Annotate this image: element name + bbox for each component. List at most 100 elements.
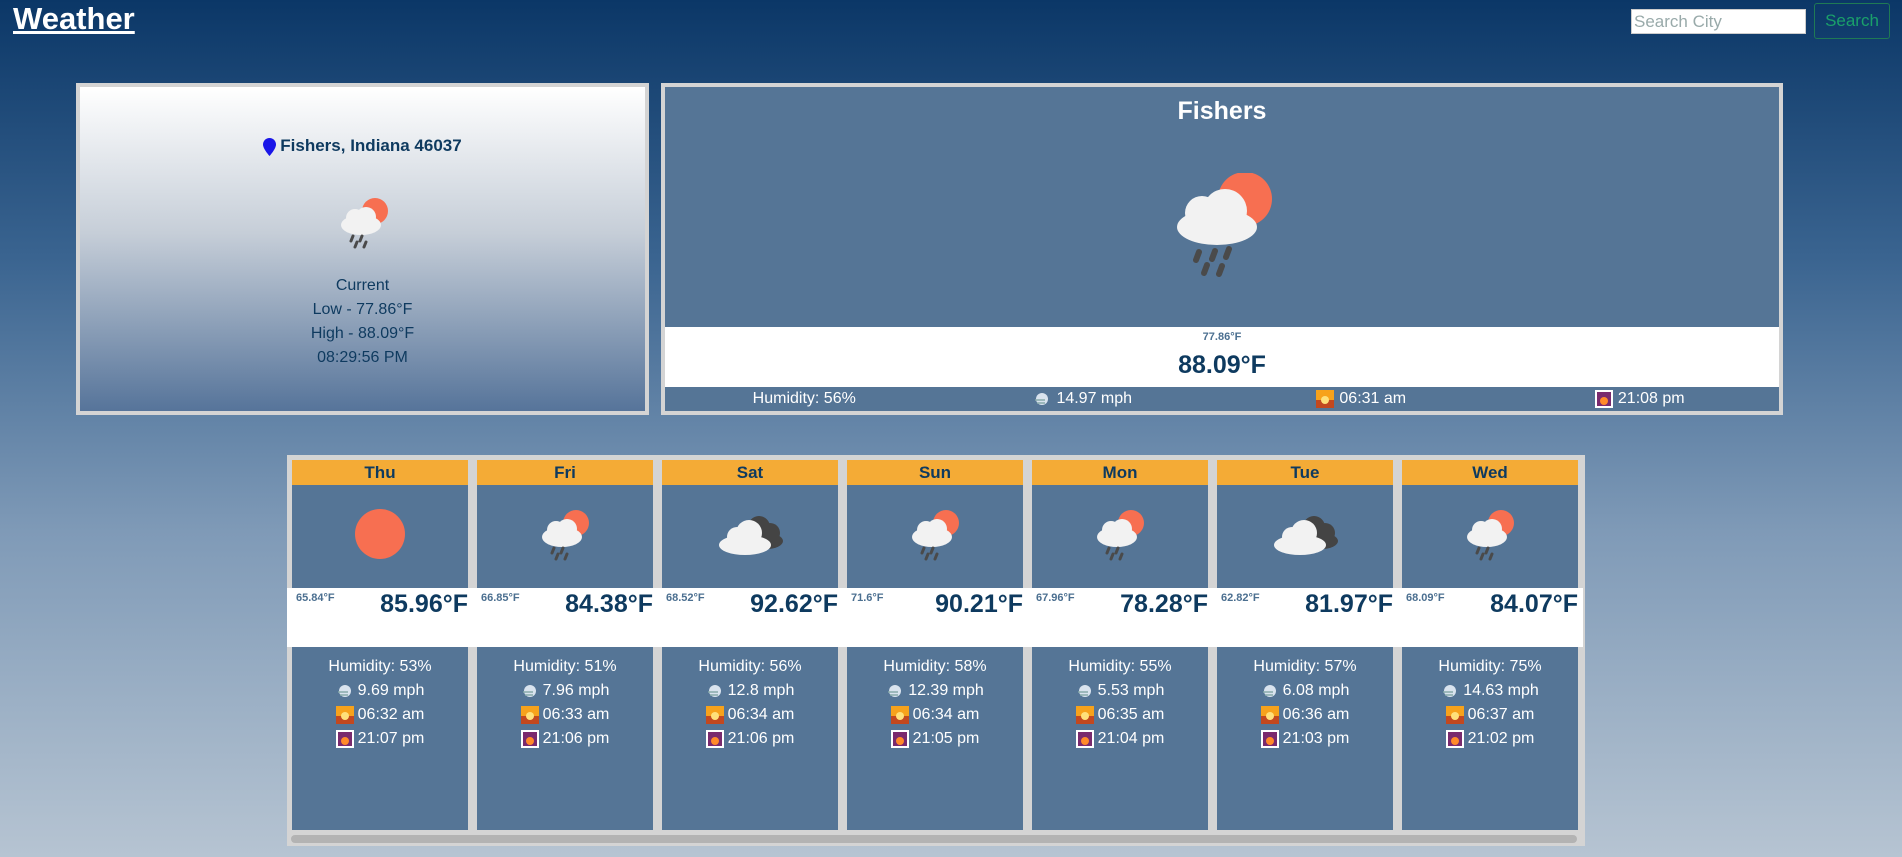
- sunrise-text: 06:31 am: [1339, 390, 1407, 407]
- day-name: Tue: [1217, 460, 1393, 485]
- day-high: 92.62°F: [750, 590, 838, 618]
- day-details: Humidity: 51% 7.96 mph 06:33 am 21:06 pm: [477, 655, 653, 751]
- sun-icon: [355, 509, 405, 564]
- today-header: Fishers: [665, 87, 1779, 327]
- day-wind: 6.08 mph: [1282, 682, 1350, 699]
- day-name: Wed: [1402, 460, 1578, 485]
- day-details: Humidity: 58% 12.39 mph 06:34 am 21:05 p…: [847, 655, 1023, 751]
- brand-link[interactable]: Weather: [13, 1, 135, 37]
- day-low: 68.09°F: [1406, 592, 1445, 604]
- day-sunrise: 06:35 am: [1097, 706, 1165, 723]
- sunrise-icon: [1445, 706, 1464, 724]
- day-humidity: Humidity: 75%: [1438, 658, 1542, 675]
- today-sunrise: 06:31 am: [1222, 390, 1501, 408]
- partly-cloudy-rain-icon: [537, 507, 593, 566]
- today-humidity: Humidity: 56%: [665, 390, 944, 408]
- day-details: Humidity: 55% 5.53 mph 06:35 am 21:04 pm: [1032, 655, 1208, 751]
- day-temps: 65.84°F 85.96°F: [287, 588, 473, 647]
- search-button[interactable]: Search: [1814, 3, 1890, 39]
- today-wind: 14.97 mph: [944, 390, 1223, 408]
- day-name: Thu: [292, 460, 468, 485]
- sunset-icon: [1445, 730, 1464, 748]
- day-humidity: Humidity: 51%: [513, 658, 617, 675]
- day-sunrise: 06:34 am: [912, 706, 980, 723]
- city-name: Fishers: [1177, 97, 1267, 125]
- today-low: 77.86°F: [1202, 331, 1242, 343]
- forecast-days: Thu 65.84°F 85.96°F Humidity: 53% 9.69 m…: [287, 460, 1583, 830]
- cloudy-icon: [715, 511, 785, 562]
- today-stats-bar: Humidity: 56% 14.97 mph 06:31 am 21:08 p…: [665, 387, 1779, 411]
- current-time: 08:29:56 PM: [317, 349, 408, 366]
- horizontal-scrollbar[interactable]: [291, 835, 1577, 843]
- day-name: Sat: [662, 460, 838, 485]
- wind-icon: [1035, 393, 1049, 405]
- today-high: 88.09°F: [1178, 351, 1266, 379]
- day-high: 84.38°F: [565, 590, 653, 618]
- day-temps: 68.52°F 92.62°F: [657, 588, 843, 647]
- day-details: Humidity: 53% 9.69 mph 06:32 am 21:07 pm: [292, 655, 468, 751]
- day-sunrise: 06:32 am: [357, 706, 425, 723]
- day-humidity: Humidity: 55%: [1068, 658, 1172, 675]
- day-high: 81.97°F: [1305, 590, 1393, 618]
- forecast-day-sun: Sun 71.6°F 90.21°F Humidity: 58% 12.39 m…: [842, 460, 1028, 830]
- day-high: 90.21°F: [935, 590, 1023, 618]
- forecast-day-tue: Tue 62.82°F 81.97°F Humidity: 57% 6.08 m…: [1212, 460, 1398, 830]
- today-sunset: 21:08 pm: [1501, 390, 1780, 408]
- day-temps: 66.85°F 84.38°F: [472, 588, 658, 647]
- current-high: High - 88.09°F: [310, 325, 415, 342]
- day-sunset: 21:03 pm: [1282, 730, 1350, 747]
- day-sunset: 21:07 pm: [357, 730, 425, 747]
- sunset-icon: [1260, 730, 1279, 748]
- partly-cloudy-rain-icon: [1177, 173, 1272, 277]
- sunrise-icon: [890, 706, 909, 724]
- cloudy-icon: [1270, 511, 1340, 562]
- day-details: Humidity: 57% 6.08 mph 06:36 am 21:03 pm: [1217, 655, 1393, 751]
- today-card: Fishers 77.86°F 88.09°F Humidity: 56% 14…: [661, 83, 1783, 415]
- day-wind: 14.63 mph: [1463, 682, 1539, 699]
- wind-icon: [337, 685, 351, 697]
- day-low: 66.85°F: [481, 592, 520, 604]
- forecast-day-thu: Thu 65.84°F 85.96°F Humidity: 53% 9.69 m…: [287, 460, 473, 830]
- forecast-panel: Thu 65.84°F 85.96°F Humidity: 53% 9.69 m…: [287, 455, 1585, 846]
- day-sunset: 21:06 pm: [727, 730, 795, 747]
- sunset-icon: [705, 730, 724, 748]
- partly-cloudy-rain-icon: [1462, 507, 1518, 566]
- day-high: 85.96°F: [380, 590, 468, 618]
- day-details: Humidity: 75% 14.63 mph 06:37 am 21:02 p…: [1402, 655, 1578, 751]
- location-pin-icon: [263, 137, 277, 156]
- wind-icon: [707, 685, 721, 697]
- day-wind: 5.53 mph: [1097, 682, 1165, 699]
- day-wind: 9.69 mph: [357, 682, 425, 699]
- search-input[interactable]: [1631, 9, 1806, 34]
- sunrise-icon: [1316, 390, 1335, 408]
- sunset-icon: [1075, 730, 1094, 748]
- day-temps: 62.82°F 81.97°F: [1212, 588, 1398, 647]
- current-label: Current: [335, 277, 390, 294]
- day-name: Fri: [477, 460, 653, 485]
- wind-icon: [522, 685, 536, 697]
- day-wind: 12.8 mph: [727, 682, 795, 699]
- wind-text: 14.97 mph: [1056, 390, 1133, 407]
- day-low: 68.52°F: [666, 592, 705, 604]
- wind-icon: [1262, 685, 1276, 697]
- day-humidity: Humidity: 57%: [1253, 658, 1357, 675]
- current-low: Low - 77.86°F: [312, 301, 413, 318]
- sunset-icon: [335, 730, 354, 748]
- day-high: 84.07°F: [1490, 590, 1578, 618]
- location: Fishers, Indiana 46037: [80, 136, 645, 156]
- forecast-day-wed: Wed 68.09°F 84.07°F Humidity: 75% 14.63 …: [1397, 460, 1583, 830]
- day-humidity: Humidity: 53%: [328, 658, 432, 675]
- day-low: 71.6°F: [851, 592, 884, 604]
- day-sunrise: 06:37 am: [1467, 706, 1535, 723]
- day-wind: 7.96 mph: [542, 682, 610, 699]
- forecast-day-sat: Sat 68.52°F 92.62°F Humidity: 56% 12.8 m…: [657, 460, 843, 830]
- day-humidity: Humidity: 58%: [883, 658, 987, 675]
- day-low: 67.96°F: [1036, 592, 1075, 604]
- day-high: 78.28°F: [1120, 590, 1208, 618]
- sunrise-icon: [1075, 706, 1094, 724]
- partly-cloudy-rain-icon: [341, 198, 388, 249]
- day-low: 62.82°F: [1221, 592, 1260, 604]
- forecast-day-mon: Mon 67.96°F 78.28°F Humidity: 55% 5.53 m…: [1027, 460, 1213, 830]
- current-details: Current Low - 77.86°F High - 88.09°F 08:…: [80, 274, 645, 370]
- partly-cloudy-rain-icon: [1092, 507, 1148, 566]
